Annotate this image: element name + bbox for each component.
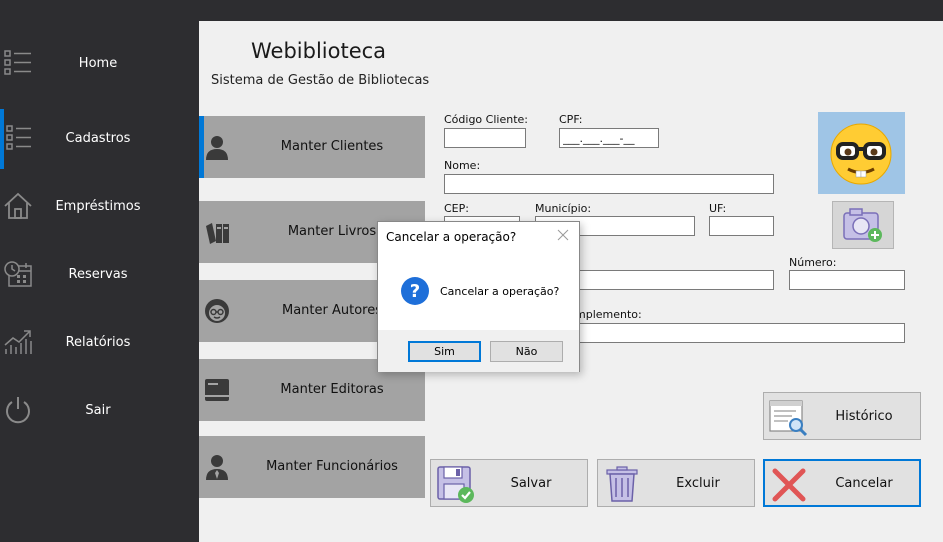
history-document-icon — [769, 400, 808, 437]
no-button[interactable]: Não — [490, 341, 563, 362]
window-titlebar — [0, 0, 943, 21]
salvar-button[interactable]: Salvar — [430, 459, 588, 507]
sidebar-item-emprestimos[interactable]: Empréstimos — [0, 177, 199, 237]
client-photo — [818, 112, 905, 194]
cancel-x-icon — [772, 468, 806, 502]
calendar-clock-icon — [4, 261, 32, 287]
nerd-face-emoji — [830, 123, 892, 185]
sidebar-item-label: Relatórios — [65, 335, 131, 350]
power-icon — [6, 397, 30, 424]
salvar-label: Salvar — [510, 475, 552, 491]
sidebar-item-sair[interactable]: Sair — [0, 381, 199, 441]
sidebar-item-label: Cadastros — [65, 131, 131, 146]
cancelar-button[interactable]: Cancelar — [763, 459, 921, 507]
menu-item-label: Manter Clientes — [280, 139, 384, 154]
manter-clientes-button[interactable]: Manter Clientes — [199, 116, 425, 178]
cpf-label: CPF: — [559, 113, 583, 126]
app-subtitle: Sistema de Gestão de Bibliotecas — [211, 73, 430, 88]
camera-add-icon — [843, 208, 882, 242]
codigo-cliente-label: Código Cliente: — [444, 113, 528, 126]
sidebar-item-label: Home — [78, 56, 118, 71]
close-icon[interactable] — [555, 227, 571, 243]
nome-label: Nome: — [444, 159, 481, 172]
save-icon — [437, 466, 474, 503]
sidebar-item-label: Empréstimos — [55, 199, 141, 214]
nome-field[interactable] — [444, 174, 774, 194]
municipio-label: Município: — [535, 202, 592, 215]
list-icon — [4, 50, 31, 75]
list-icon — [6, 125, 31, 150]
dialog-title: Cancelar a operação? — [386, 230, 517, 244]
trash-icon — [606, 466, 638, 502]
cancelar-label: Cancelar — [835, 475, 893, 491]
uf-label: UF: — [709, 202, 727, 215]
excluir-label: Excluir — [676, 475, 720, 491]
cpf-field[interactable] — [559, 128, 659, 148]
complemento-label: mplemento: — [575, 308, 642, 321]
books-icon — [206, 223, 229, 244]
book-icon — [205, 379, 229, 401]
dialog-message: Cancelar a operação? — [440, 285, 560, 298]
cep-label: CEP: — [444, 202, 469, 215]
sidebar-item-label: Sair — [85, 403, 111, 418]
house-icon — [4, 192, 32, 219]
historico-button[interactable]: Histórico — [763, 392, 921, 440]
menu-item-label: Manter Funcionários — [266, 459, 398, 474]
confirm-dialog: Cancelar a operação? ? Cancelar a operaç… — [377, 221, 580, 372]
numero-label: Número: — [789, 256, 837, 269]
excluir-button[interactable]: Excluir — [597, 459, 755, 507]
dialog-footer: Sim Não — [378, 330, 579, 372]
chart-icon — [4, 330, 32, 354]
yes-button[interactable]: Sim — [408, 341, 481, 362]
svg-text:?: ? — [410, 281, 420, 302]
sidebar: Home Cadastros Empréstimos Reservas Rela… — [0, 21, 199, 542]
person-icon — [206, 136, 228, 160]
numero-field[interactable] — [789, 270, 905, 290]
codigo-cliente-field[interactable] — [444, 128, 526, 148]
app-title: Webiblioteca — [251, 39, 387, 63]
author-icon — [205, 299, 229, 323]
question-icon: ? — [401, 277, 429, 305]
sidebar-item-reservas[interactable]: Reservas — [0, 245, 199, 305]
add-photo-button[interactable] — [832, 201, 894, 249]
sidebar-item-relatorios[interactable]: Relatórios — [0, 313, 199, 373]
historico-label: Histórico — [835, 408, 893, 424]
sidebar-item-cadastros[interactable]: Cadastros — [0, 109, 199, 169]
sidebar-item-label: Reservas — [68, 267, 128, 282]
employee-icon — [206, 455, 228, 480]
sidebar-item-home[interactable]: Home — [0, 34, 199, 94]
uf-field[interactable] — [709, 216, 774, 236]
manter-funcionarios-button[interactable]: Manter Funcionários — [199, 436, 425, 498]
